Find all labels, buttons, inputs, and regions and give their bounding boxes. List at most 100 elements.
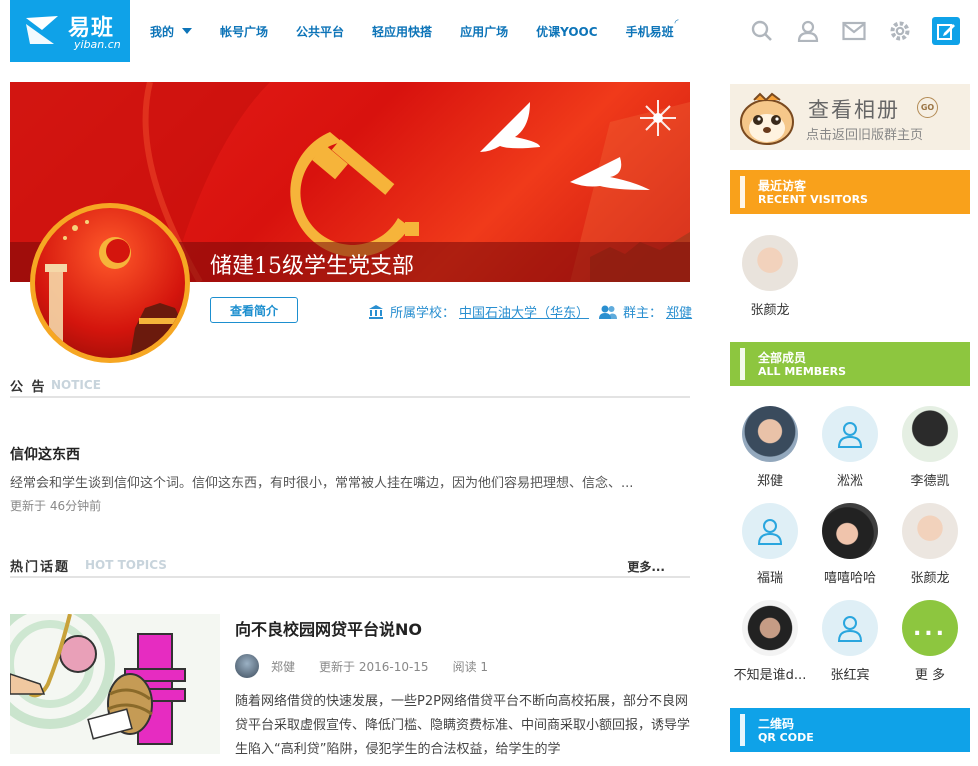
notice-heading: 公 告 [10, 380, 47, 395]
member-item[interactable]: 张红宾 [810, 600, 890, 683]
member-name: 李德凯 [910, 474, 950, 489]
owner-label: 群主： [623, 306, 663, 321]
group-title: 储建15级学生党支部 [210, 254, 414, 279]
more-members-button[interactable]: ... 更 多 [890, 600, 970, 683]
member-item[interactable]: 不知是谁d... [730, 600, 810, 683]
nav-light-app[interactable]: 轻应用快搭 [372, 23, 432, 40]
notice-heading-en: NOTICE [51, 378, 101, 392]
qr-code-title-en: QR CODE [758, 731, 814, 744]
album-title: 查看相册 [808, 98, 900, 122]
member-item[interactable]: 李德凯 [890, 406, 970, 489]
topic-title[interactable]: 向不良校园网贷平台说NO [235, 616, 422, 640]
mail-icon [842, 21, 866, 41]
chevron-down-icon [182, 28, 193, 34]
all-members-header: 全部成员 ALL MEMBERS [730, 342, 970, 386]
member-item[interactable]: 郑健 [730, 406, 810, 489]
view-album-banner[interactable]: 查看相册 GO 点击返回旧版群主页 [730, 84, 970, 150]
member-item[interactable]: 福瑞 [730, 503, 810, 586]
school-link[interactable]: 中国石油大学（华东） [459, 302, 589, 321]
nav-mine-label: 我的 [150, 24, 175, 39]
compose-button[interactable] [932, 17, 960, 45]
group-owner-icon [599, 305, 618, 319]
school-label: 所属学校： [390, 306, 456, 321]
topic-thumbnail[interactable] [10, 614, 220, 754]
notice-header: 公 告 NOTICE [10, 372, 690, 398]
nav-yooc[interactable]: 优课YOOC [536, 23, 597, 40]
default-user-icon [837, 422, 863, 448]
album-subtitle: 点击返回旧版群主页 [806, 128, 924, 143]
topic-author[interactable]: 郑健 [271, 658, 295, 675]
nav-account-square[interactable]: 帐号广场 [220, 23, 268, 40]
main-nav: 我的 帐号广场 公共平台 轻应用快搭 应用广场 优课YOOC 手机易班 ◜ [150, 0, 706, 62]
school-icon [369, 304, 383, 319]
settings-button[interactable] [886, 17, 914, 45]
topic-illustration [10, 614, 186, 745]
qr-code-title: 二维码 [758, 717, 795, 731]
all-members-title: 全部成员 [758, 351, 807, 365]
visitor-name: 张颜龙 [750, 303, 790, 318]
notice-excerpt: 经常会和学生谈到信仰这个词。信仰这东西，有时很小，常常被人挂在嘴边，因为他们容易… [10, 476, 634, 491]
default-user-icon [757, 519, 783, 545]
member-item[interactable]: 嘻嘻哈哈 [810, 503, 890, 586]
member-name: 张红宾 [830, 668, 870, 683]
notice-title[interactable]: 信仰这东西 [10, 444, 80, 464]
more-dots-icon: ... [902, 600, 958, 656]
yiban-logo[interactable]: 易班 yiban.cn [10, 0, 130, 62]
member-name: 嘻嘻哈哈 [823, 571, 876, 586]
mail-button[interactable] [840, 17, 868, 45]
default-user-icon [837, 616, 863, 642]
member-item[interactable]: 淞淞 [810, 406, 890, 489]
member-name: 郑健 [756, 474, 783, 489]
nav-app-square[interactable]: 应用广场 [460, 23, 508, 40]
notice-updated: 更新于 46分钟前 [10, 499, 102, 513]
topic-body: 随着网络借贷的快速发展，一些P2P网络借贷平台不断向高校拓展，部分不良网贷平台采… [235, 694, 691, 757]
avatar [822, 406, 878, 462]
search-icon [751, 20, 772, 41]
nav-label: 应用广场 [460, 24, 509, 39]
hot-topics-heading: 热门话题 [10, 560, 71, 575]
edit-icon [937, 24, 955, 40]
member-item[interactable]: 张颜龙 [890, 503, 970, 586]
nav-label: 帐号广场 [220, 24, 269, 39]
all-members-title-en: ALL MEMBERS [758, 365, 847, 378]
avatar [902, 503, 958, 559]
author-avatar[interactable] [235, 654, 259, 678]
recent-visitors-header: 最近访客 RECENT VISITORS [730, 170, 970, 214]
recent-visitors-title-en: RECENT VISITORS [758, 193, 868, 206]
avatar [902, 406, 958, 462]
gear-icon [890, 21, 910, 41]
logo-mark-icon [26, 16, 58, 44]
topic-reads: 阅读 1 [452, 659, 489, 674]
mascot-icon [740, 92, 794, 145]
more-topics-link[interactable]: 更多... [627, 558, 665, 575]
member-name: 张颜龙 [910, 571, 950, 586]
user-icon [797, 20, 819, 42]
avatar [742, 235, 798, 291]
header-tools [748, 17, 960, 45]
view-intro-button[interactable]: 查看简介 [210, 297, 298, 323]
search-button[interactable] [748, 17, 776, 45]
topic-updated: 更新于 2016-10-15 [319, 659, 429, 674]
avatar [822, 503, 878, 559]
logo-domain: yiban.cn [74, 38, 121, 51]
nav-label: 优课YOOC [536, 24, 598, 39]
member-name: 福瑞 [756, 571, 783, 586]
member-name: 淞淞 [836, 474, 863, 489]
group-avatar-image [35, 208, 185, 358]
nav-public-platform[interactable]: 公共平台 [296, 23, 344, 40]
nav-label: 公共平台 [296, 24, 345, 39]
profile-button[interactable] [794, 17, 822, 45]
hot-topics-heading-en: HOT TOPICS [85, 558, 167, 572]
group-meta: 所属学校： 中国石油大学（华东） 群主： 郑健 [368, 302, 692, 321]
group-avatar[interactable] [30, 203, 190, 363]
recent-visitors-title: 最近访客 [758, 179, 807, 193]
nav-mobile[interactable]: 手机易班 ◜ [626, 18, 679, 40]
topic-meta: 郑健 更新于 2016-10-15 阅读 1 [235, 654, 512, 678]
wifi-icon: ◜ [674, 17, 679, 29]
avatar [742, 600, 798, 656]
nav-label: 轻应用快搭 [372, 24, 433, 39]
nav-mine[interactable]: 我的 [150, 23, 193, 40]
owner-link[interactable]: 郑健 [666, 302, 692, 321]
visitor-item[interactable]: 张颜龙 [730, 235, 810, 318]
party-emblem-icon [45, 220, 185, 358]
